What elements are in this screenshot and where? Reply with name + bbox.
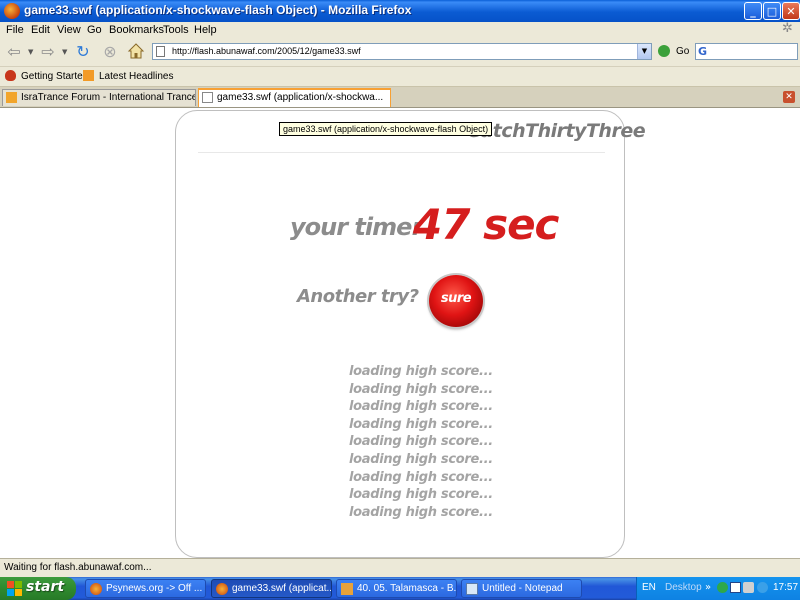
- tab-bar: IsraTrance Forum - International Trance …: [0, 87, 800, 108]
- high-score-line: loading high score...: [349, 504, 493, 520]
- bookmark-latest-headlines[interactable]: Latest Headlines: [83, 70, 174, 82]
- system-tray: EN Desktop » 17:57: [636, 577, 800, 600]
- close-button[interactable]: ✕: [782, 2, 800, 20]
- forward-dropdown-icon[interactable]: ▼: [62, 48, 67, 56]
- divider: [198, 152, 605, 153]
- home-icon[interactable]: [125, 42, 147, 62]
- menu-go[interactable]: Go: [87, 24, 102, 36]
- start-button[interactable]: start: [0, 577, 76, 600]
- firefox-icon: [216, 583, 228, 595]
- volume-icon[interactable]: [743, 582, 754, 593]
- go-button[interactable]: Go: [676, 46, 689, 57]
- window-title: game33.swf (application/x-shockwave-flas…: [24, 3, 412, 17]
- windows-logo-icon: [7, 581, 22, 596]
- taskbar: start Psynews.org -> Off ... game33.swf …: [0, 577, 800, 600]
- bookmarks-toolbar: Getting Started Latest Headlines: [0, 67, 800, 87]
- address-bar[interactable]: http://flash.abunawaf.com/2005/12/game33…: [152, 43, 652, 60]
- taskbar-item-talamasca[interactable]: 40. 05. Talamasca - B...: [336, 579, 457, 598]
- reload-icon[interactable]: ↻: [72, 42, 94, 62]
- google-search-icon[interactable]: G: [698, 45, 707, 58]
- high-score-line: loading high score...: [349, 381, 493, 397]
- high-score-line: loading high score...: [349, 399, 493, 415]
- language-indicator[interactable]: EN: [642, 582, 656, 593]
- firefox-icon: [4, 3, 20, 19]
- time-value: 47 sec: [413, 200, 559, 249]
- status-text: Waiting for flash.abunawaf.com...: [4, 562, 152, 573]
- menu-view[interactable]: View: [57, 24, 81, 36]
- close-tab-icon[interactable]: ✕: [783, 91, 795, 103]
- firefox-icon: [90, 583, 102, 595]
- clock: 17:57: [773, 582, 799, 593]
- high-score-line: loading high score...: [349, 434, 493, 450]
- menu-tools[interactable]: Tools: [163, 24, 189, 36]
- menu-help[interactable]: Help: [194, 24, 217, 36]
- high-score-line: loading high score...: [349, 469, 493, 485]
- tray-messenger-icon[interactable]: [757, 582, 768, 593]
- high-score-list: loading high score... loading high score…: [349, 363, 493, 521]
- page-icon: [202, 92, 213, 103]
- page-content: CatchThirtyThree game33.swf (application…: [0, 108, 800, 558]
- tray-network-icon[interactable]: [730, 582, 741, 593]
- start-label: start: [26, 579, 65, 595]
- back-arrow-icon[interactable]: ⇦: [3, 42, 25, 62]
- sure-button[interactable]: sure: [429, 275, 483, 327]
- high-score-line: loading high score...: [349, 416, 493, 432]
- tooltip: game33.swf (application/x-shockwave-flas…: [279, 122, 493, 136]
- firefox-bookmark-icon: [5, 70, 16, 81]
- your-time-label: your time:: [290, 213, 421, 241]
- search-box[interactable]: G: [695, 43, 798, 60]
- menu-file[interactable]: File: [6, 24, 24, 36]
- sure-button-label: sure: [440, 291, 472, 306]
- navigation-toolbar: ⇦ ▼ ⇨ ▼ ↻ ⊗ http://flash.abunawaf.com/20…: [0, 38, 800, 67]
- notepad-icon: [466, 583, 478, 595]
- menu-bookmarks[interactable]: Bookmarks: [109, 24, 164, 36]
- taskbar-item-notepad[interactable]: Untitled - Notepad: [461, 579, 582, 598]
- site-favicon-icon: [6, 92, 17, 103]
- menu-bar: File Edit View Go Bookmarks Tools Help: [0, 22, 800, 38]
- url-text[interactable]: http://flash.abunawaf.com/2005/12/game33…: [172, 46, 361, 56]
- high-score-line: loading high score...: [349, 487, 493, 503]
- bookmark-getting-started[interactable]: Getting Started: [5, 70, 88, 82]
- another-try-label: Another try?: [297, 286, 419, 307]
- status-bar: Waiting for flash.abunawaf.com...: [0, 558, 800, 577]
- taskbar-item-psynews[interactable]: Psynews.org -> Off ...: [85, 579, 206, 598]
- tab-israTrance[interactable]: IsraTrance Forum - International Trance …: [2, 89, 196, 106]
- address-dropdown-icon[interactable]: ▼: [637, 44, 651, 59]
- go-icon[interactable]: [658, 45, 670, 57]
- taskbar-item-game33[interactable]: game33.swf (applicat...: [211, 579, 332, 598]
- rss-feed-icon: [83, 70, 94, 81]
- back-dropdown-icon[interactable]: ▼: [28, 48, 33, 56]
- tray-app-icon[interactable]: [717, 582, 728, 593]
- forward-arrow-icon[interactable]: ⇨: [37, 42, 59, 62]
- desktop-toolbar[interactable]: Desktop: [665, 582, 702, 593]
- maximize-button[interactable]: □: [763, 2, 781, 20]
- high-score-line: loading high score...: [349, 364, 493, 379]
- throbber-icon: ✲: [782, 21, 793, 36]
- stop-icon[interactable]: ⊗: [99, 42, 121, 62]
- tab-game33[interactable]: game33.swf (application/x-shockwa...: [198, 88, 391, 107]
- menu-edit[interactable]: Edit: [31, 24, 50, 36]
- game-title: CatchThirtyThree: [467, 120, 646, 142]
- chevron-icon[interactable]: »: [705, 582, 716, 593]
- window-title-bar[interactable]: game33.swf (application/x-shockwave-flas…: [0, 0, 800, 22]
- minimize-button[interactable]: _: [744, 2, 762, 20]
- page-icon: [156, 46, 165, 57]
- high-score-line: loading high score...: [349, 451, 493, 467]
- media-player-icon: [341, 583, 353, 595]
